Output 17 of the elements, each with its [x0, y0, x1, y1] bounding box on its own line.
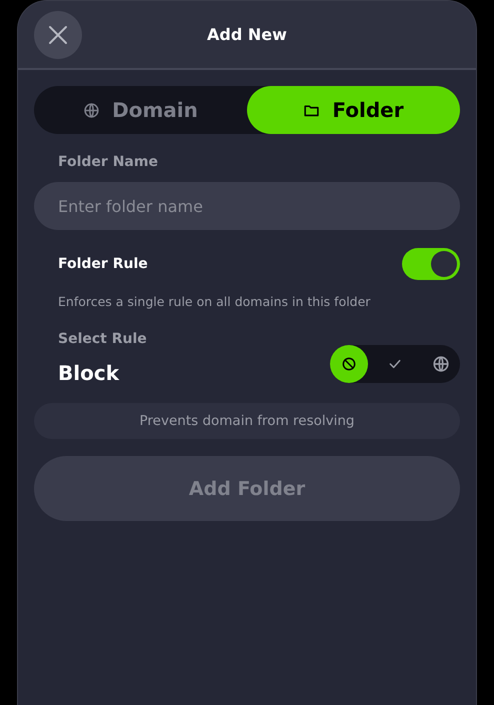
rule-option[interactable] [330, 345, 368, 383]
input-field[interactable]: Enter folder name [34, 182, 460, 230]
block-icon [341, 356, 357, 372]
selected-rule: Block [58, 361, 120, 385]
field-label: Folder Name [58, 154, 159, 170]
toggle-switch[interactable] [402, 248, 460, 280]
tab[interactable]: Domain [34, 86, 247, 134]
globe-icon [83, 102, 100, 118]
rule-info: Prevents domain from resolving [34, 403, 460, 439]
field-label: Select Rule [58, 331, 147, 347]
tab[interactable]: Folder [247, 86, 460, 134]
close-icon [48, 24, 68, 44]
close-button[interactable] [34, 10, 82, 58]
dialog-title: Add New [207, 25, 287, 44]
setting-description: Enforces a single rule on all domains in this folder [57, 294, 372, 309]
globe-icon [432, 355, 450, 373]
setting-label: Folder Rule [58, 256, 148, 272]
